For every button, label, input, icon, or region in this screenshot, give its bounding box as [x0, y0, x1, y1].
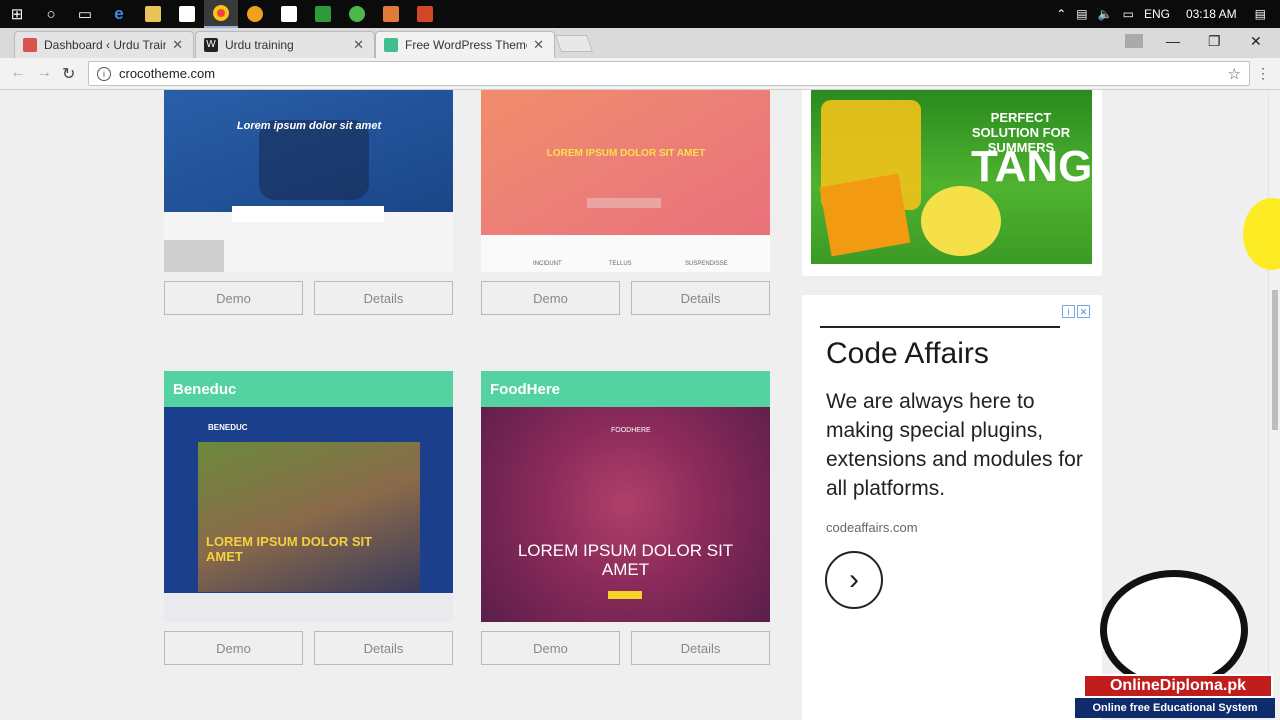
close-tab-icon[interactable]: ✕ — [353, 37, 364, 53]
ad-body: We are always here to making special plu… — [826, 390, 1083, 500]
chevron-right-icon[interactable]: › — [825, 551, 883, 609]
details-button[interactable]: Details — [314, 631, 453, 665]
tab-title: Free WordPress Themes — [405, 38, 528, 52]
hero-text: LOREM IPSUM DOLOR SIT AMET — [206, 534, 373, 564]
app-icon[interactable] — [306, 0, 340, 28]
new-tab-button[interactable] — [554, 35, 594, 52]
feature-label: INCIDUNT — [533, 261, 562, 267]
watermark-logo-icon — [1100, 570, 1248, 690]
hero-text: Lorem ipsum dolor sit amet — [236, 120, 382, 132]
chevron-up-icon[interactable]: ⌃ — [1056, 7, 1066, 21]
tang-packet-image — [819, 173, 911, 257]
close-window-icon[interactable]: ✕ — [1250, 28, 1262, 54]
chrome-menu-icon[interactable]: ⋮ — [1256, 65, 1270, 82]
logo-text: BENEDUC — [208, 423, 248, 432]
close-icon[interactable]: ✕ — [1077, 305, 1090, 318]
tang-brand: TANG — [971, 142, 1092, 191]
ad-title[interactable]: Code Affairs — [826, 337, 989, 371]
tab-free-wordpress-themes[interactable]: Free WordPress Themes ✕ — [375, 31, 555, 58]
cortana-icon[interactable]: ○ — [34, 0, 68, 28]
tab-urdu-training[interactable]: W Urdu training ✕ — [195, 31, 375, 58]
tab-favicon-icon — [23, 38, 37, 52]
wordpress-icon: W — [204, 38, 218, 52]
file-explorer-icon[interactable] — [136, 0, 170, 28]
theme-preview-image[interactable]: FOODHERE LOREM IPSUM DOLOR SIT AMET — [481, 407, 770, 622]
tab-title: Dashboard ‹ Urdu Trainin — [44, 38, 167, 52]
close-tab-icon[interactable]: ✕ — [533, 37, 544, 53]
divider — [820, 326, 1060, 328]
theme-title[interactable]: FoodHere — [481, 371, 770, 407]
watermark-tagline: Online free Educational System — [1075, 698, 1275, 718]
preview-footer — [164, 593, 453, 622]
crocotheme-favicon-icon — [384, 38, 398, 52]
forward-icon[interactable]: → — [36, 64, 52, 82]
system-tray: ⌃ ▤ 🔈 ▭ ENG 03:18 AM ▤ — [1056, 0, 1280, 28]
theme-preview-image[interactable]: BENEDUC LOREM IPSUM DOLOR SIT AMET — [164, 407, 453, 622]
address-bar[interactable]: i crocotheme.com ☆ — [88, 61, 1250, 86]
feature-label: SUSPENDISSE — [685, 261, 728, 267]
notification-icon[interactable]: ▤ — [1255, 7, 1266, 21]
theme-title[interactable]: Beneduc — [164, 371, 453, 407]
search-bar-image — [232, 206, 384, 222]
tab-dashboard[interactable]: Dashboard ‹ Urdu Trainin ✕ — [14, 31, 194, 58]
watermark-name: OnlineDiploma.pk — [1083, 674, 1273, 698]
info-icon[interactable]: i — [1062, 305, 1075, 318]
app-icon[interactable] — [238, 0, 272, 28]
reload-icon[interactable]: ↻ — [62, 64, 75, 84]
store-icon[interactable] — [170, 0, 204, 28]
back-icon[interactable]: ← — [10, 64, 26, 82]
details-button[interactable]: Details — [314, 281, 453, 315]
task-view-icon[interactable]: ▭ — [68, 0, 102, 28]
pineapple-image — [921, 186, 1001, 256]
theme-preview-image[interactable]: LOREM IPSUM DOLOR SIT AMET INCIDUNT TELL… — [481, 90, 770, 272]
tang-ad[interactable]: PERFECT SOLUTION FOR SUMMERS TANG — [811, 90, 1092, 264]
chrome-icon[interactable] — [204, 0, 238, 28]
feature-label: TELLUS — [609, 261, 632, 267]
ad-choices[interactable]: i ✕ — [1062, 305, 1090, 318]
display-icon[interactable]: ▭ — [1123, 7, 1134, 21]
edge-icon[interactable]: e — [102, 0, 136, 28]
camera-image — [259, 120, 369, 200]
browser-toolbar: ← → ↻ i crocotheme.com ☆ ⋮ — [0, 58, 1280, 90]
windows-taskbar: ⊞ ○ ▭ e ⌃ ▤ 🔈 ▭ ENG 03:18 AM ▤ — [0, 0, 1280, 28]
app-icon[interactable] — [340, 0, 374, 28]
close-tab-icon[interactable]: ✕ — [172, 37, 183, 53]
hero-text: LOREM IPSUM DOLOR SIT AMET — [517, 541, 734, 579]
volume-icon[interactable]: 🔈 — [1098, 7, 1113, 21]
tab-title: Urdu training — [225, 38, 294, 52]
demo-button[interactable]: Demo — [481, 281, 620, 315]
preview-footer: INCIDUNT TELLUS SUSPENDISSE — [481, 235, 770, 272]
clock[interactable]: 03:18 AM — [1186, 7, 1237, 21]
demo-button[interactable]: Demo — [164, 281, 303, 315]
tab-strip: Dashboard ‹ Urdu Trainin ✕ W Urdu traini… — [0, 28, 1280, 58]
minimize-icon[interactable]: — — [1166, 28, 1180, 54]
info-icon[interactable]: i — [97, 66, 111, 81]
language-indicator[interactable]: ENG — [1144, 7, 1170, 21]
profile-icon[interactable] — [1125, 28, 1143, 54]
details-button[interactable]: Details — [631, 631, 770, 665]
photographer-image — [164, 240, 224, 272]
hero-button-image — [587, 198, 661, 208]
demo-button[interactable]: Demo — [164, 631, 303, 665]
hero-button-image — [608, 591, 642, 599]
theme-preview-image[interactable]: Lorem ipsum dolor sit amet — [164, 90, 453, 272]
url-text[interactable]: crocotheme.com — [119, 66, 215, 81]
details-button[interactable]: Details — [631, 281, 770, 315]
app-icon[interactable] — [374, 0, 408, 28]
restore-icon[interactable]: ❐ — [1208, 28, 1221, 54]
demo-button[interactable]: Demo — [481, 631, 620, 665]
network-icon[interactable]: ▤ — [1076, 7, 1087, 21]
code-affairs-ad[interactable]: i ✕ Code Affairs We are always here to m… — [802, 295, 1102, 720]
windows-start-icon[interactable]: ⊞ — [0, 0, 34, 28]
ad-url[interactable]: codeaffairs.com — [826, 520, 918, 535]
hero-text: LOREM IPSUM DOLOR SIT AMET — [546, 148, 706, 159]
powerpoint-icon[interactable] — [408, 0, 442, 28]
bookmark-star-icon[interactable]: ☆ — [1228, 65, 1241, 83]
onlinediploma-watermark: OnlineDiploma.pk Online free Educational… — [1075, 570, 1275, 720]
app-icon[interactable] — [272, 0, 306, 28]
scrollbar-thumb[interactable] — [1272, 290, 1278, 430]
logo-text: FOODHERE — [611, 427, 651, 434]
graduates-image — [198, 442, 420, 592]
